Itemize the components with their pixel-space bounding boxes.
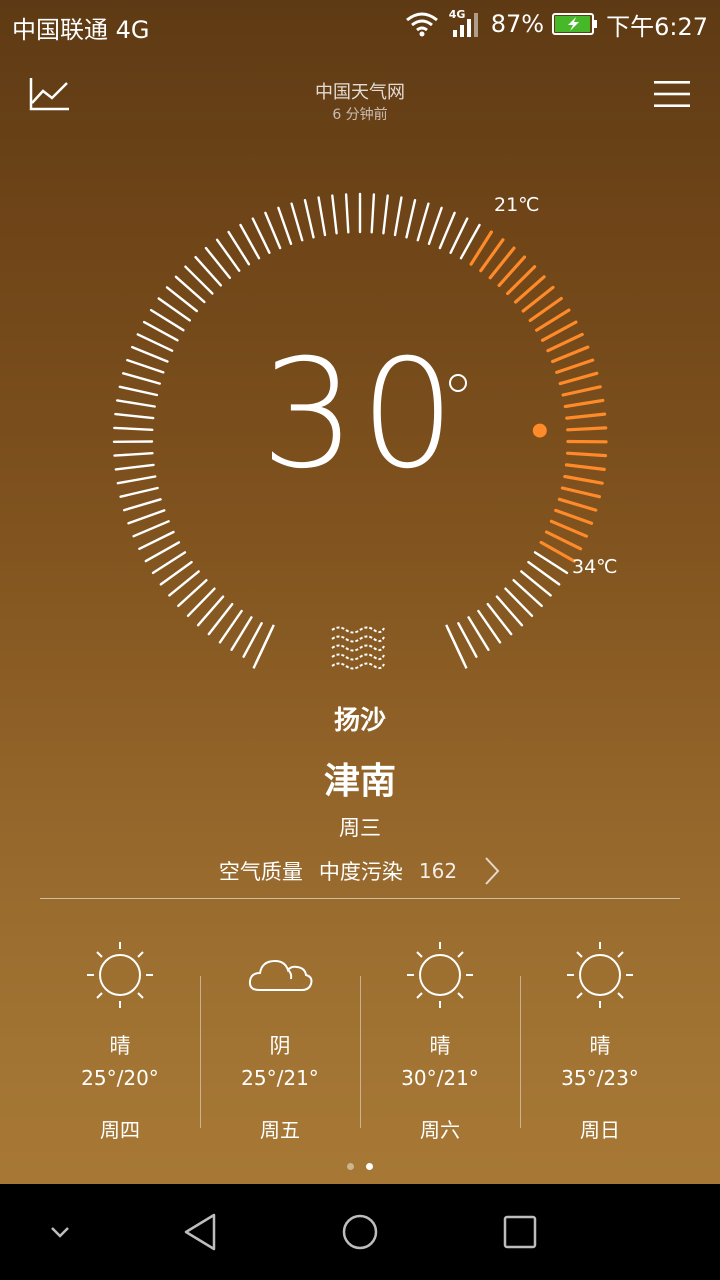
status-bar: 中国联通 4G 4G 87% 下午6:27 [0, 0, 720, 48]
sun-icon [87, 942, 153, 1008]
recents-button[interactable] [480, 1184, 560, 1280]
forecast-row: 晴 25°/20° 周四 阴 25°/21° 周五 晴 30°/21° 周六 晴… [40, 940, 680, 1142]
forecast-weekday: 周四 [100, 1118, 140, 1142]
current-condition: 扬沙 [333, 706, 386, 736]
navigation-bar [0, 1184, 720, 1280]
forecast-weekday: 周五 [260, 1118, 300, 1142]
dial-tick [370, 193, 376, 234]
dial-tick [416, 202, 430, 242]
air-quality-value: 162 [418, 859, 458, 883]
dial-tick [290, 202, 304, 242]
sun-icon [567, 942, 633, 1008]
home-button[interactable] [320, 1184, 400, 1280]
cloud-icon [248, 959, 313, 991]
home-circle-icon [342, 1214, 378, 1250]
battery-percent: 87% [490, 10, 545, 38]
sandstorm-icon [331, 626, 385, 670]
forecast-temp-range: 25°/20° [81, 1066, 159, 1090]
signal-icon [452, 13, 478, 37]
forecast-condition: 晴 [109, 1034, 131, 1058]
forecast-condition: 晴 [589, 1034, 611, 1058]
page-dot[interactable] [347, 1163, 354, 1170]
dial-tick [122, 498, 162, 512]
wifi-icon [405, 12, 438, 37]
recents-square-icon [503, 1215, 537, 1249]
dial-tick [264, 211, 282, 250]
forecast-day[interactable]: 晴 25°/20° 周四 [40, 940, 200, 1142]
dial-tick [449, 217, 469, 255]
chevron-down-icon [51, 1227, 69, 1238]
dial-tick [132, 520, 170, 538]
dial-tick [438, 211, 456, 250]
forecast-temp-range: 25°/21° [241, 1066, 319, 1090]
carrier-label: 中国联通 4G [12, 16, 150, 44]
dial-tick [344, 193, 350, 234]
dial-tick [457, 622, 478, 658]
city-name: 津南 [323, 761, 396, 802]
dial-label-34: 34℃ [572, 556, 618, 578]
page-indicator [0, 1163, 720, 1170]
forecast-temp-range: 30°/21° [401, 1066, 479, 1090]
forecast-day[interactable]: 阴 25°/21° 周五 [200, 940, 360, 1142]
forecast-day[interactable]: 晴 35°/23° 周日 [520, 940, 680, 1142]
dial-tick [393, 196, 403, 237]
menu-icon [654, 81, 690, 107]
hide-nav-button[interactable] [20, 1184, 100, 1280]
dial-tick [427, 206, 443, 246]
forecast-day[interactable]: 晴 30°/21° 周六 [360, 940, 520, 1142]
data-source-label: 中国天气网 [315, 82, 405, 103]
dial-tick [331, 194, 338, 235]
menu-button[interactable] [654, 78, 690, 110]
air-quality-label: 空气质量 [218, 860, 303, 884]
dial-tick-range [554, 508, 594, 525]
dial-tick [317, 196, 327, 237]
current-weekday: 周三 [339, 816, 381, 840]
update-time: 6 分钟前 [332, 107, 388, 123]
dial-tick [382, 194, 389, 235]
air-quality-row[interactable]: 空气质量 中度污染 162 [0, 856, 720, 886]
dial-label-21: 21℃ [494, 194, 540, 216]
dial-tick [303, 199, 315, 239]
dial-tick [142, 320, 179, 342]
dial-tick [277, 206, 293, 246]
sun-icon [407, 942, 473, 1008]
clock: 下午6:27 [606, 12, 708, 41]
dial-tick [127, 509, 166, 525]
back-button[interactable] [160, 1184, 240, 1280]
dial-tick-range [544, 530, 583, 551]
forecast-weekday: 周六 [420, 1118, 460, 1142]
dial-tick [242, 622, 263, 658]
dial-tick-range [557, 497, 598, 512]
dial-tick [405, 199, 417, 239]
forecast-condition: 晴 [429, 1034, 451, 1058]
battery-charging-icon [552, 13, 598, 35]
cellular-signal: 4G [447, 8, 483, 40]
dial-tick [138, 530, 175, 550]
forecast-temp-range: 35°/23° [561, 1066, 639, 1090]
degree-symbol [449, 374, 467, 392]
forecast-condition: 阴 [269, 1034, 291, 1058]
back-triangle-icon [184, 1213, 216, 1251]
dial-tick-range [549, 519, 589, 538]
status-icons: 4G 87% 下午6:27 [405, 8, 708, 41]
dial-tick [251, 217, 271, 255]
air-quality-level: 中度污染 [318, 860, 403, 884]
forecast-weekday: 周日 [580, 1118, 620, 1142]
chevron-right-icon [485, 857, 500, 885]
current-temperature: 30 [260, 328, 460, 502]
page-dot-active[interactable] [366, 1163, 373, 1170]
divider [40, 898, 680, 899]
